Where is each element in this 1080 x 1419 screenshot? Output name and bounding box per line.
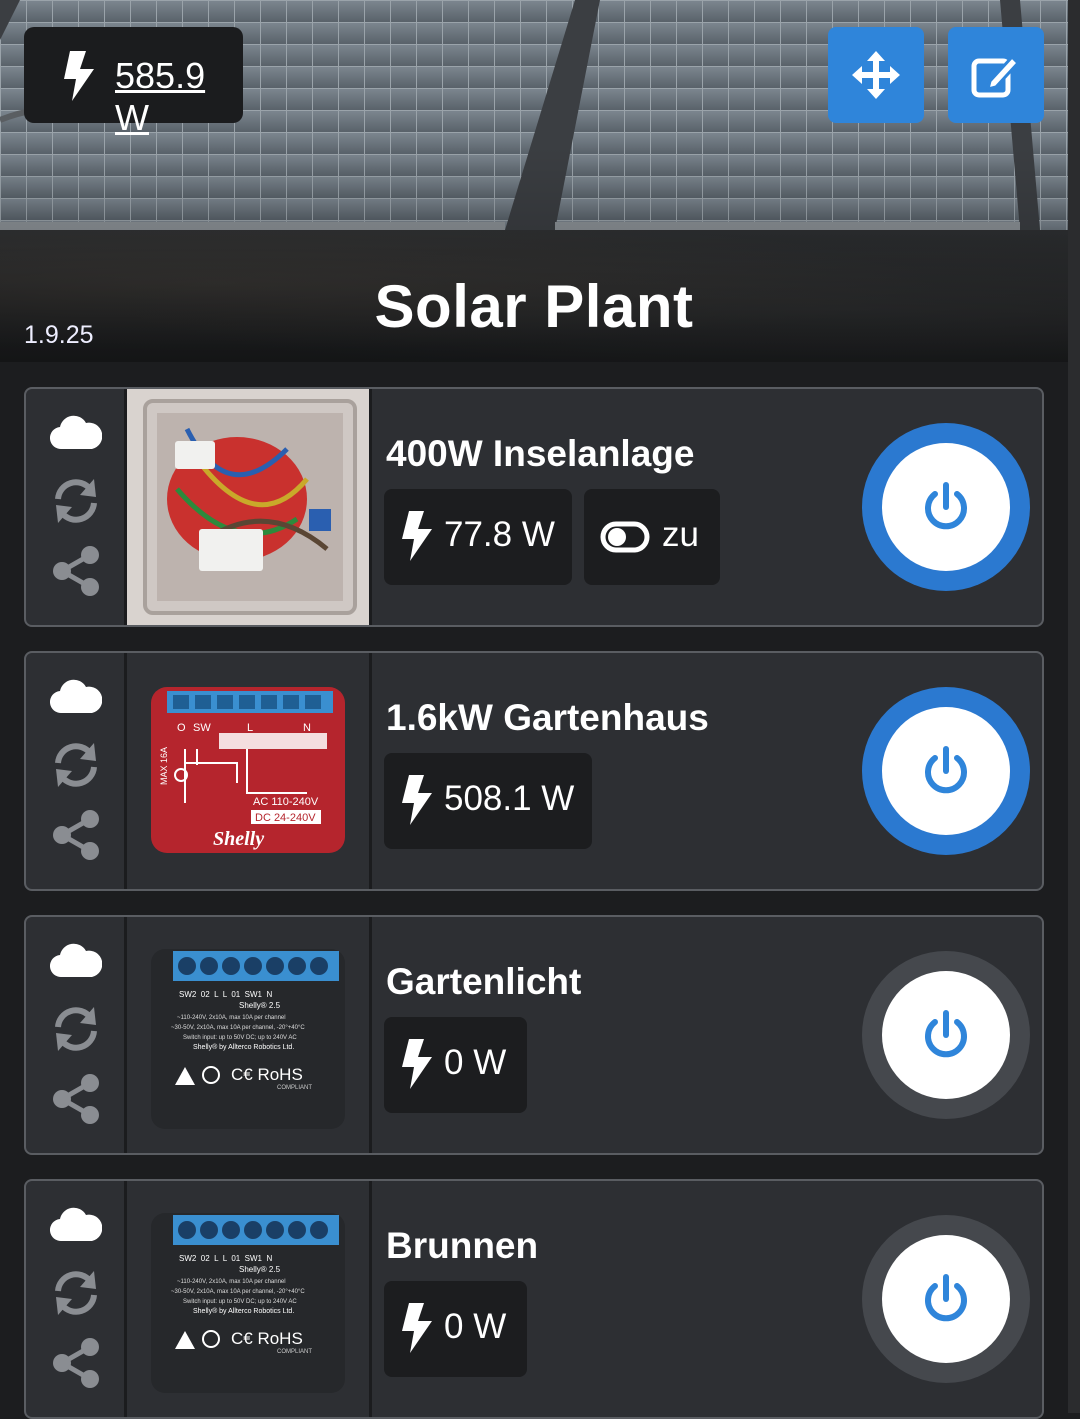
- thumb-label-n: N: [303, 722, 311, 734]
- thumb-label-ac: AC 110-240V: [253, 796, 319, 808]
- thumb-spec1: ~110-240V, 2x10A, max 10A per channel: [177, 1279, 286, 1285]
- thumb-compliant: COMPLIANT: [277, 1085, 312, 1091]
- thumb-label-sw: SW: [193, 722, 211, 734]
- junction-box-photo: [127, 389, 369, 625]
- move-button[interactable]: [828, 27, 924, 123]
- page-title: Solar Plant: [374, 273, 694, 340]
- power-icon: [925, 746, 967, 794]
- power-value: 0 W: [444, 1043, 507, 1082]
- thumb-label-dc: DC 24-240V: [255, 812, 316, 824]
- power-icon: [925, 1274, 967, 1322]
- device-card[interactable]: SW2 02 L L 01 SW1 N Shelly® 2.5 ~110-240…: [24, 915, 1044, 1155]
- power-value: 508.1 W: [444, 779, 575, 818]
- thumb-compliant: COMPLIANT: [277, 1349, 312, 1355]
- power-chip: 0 W: [384, 1281, 527, 1377]
- header-banner: 585.9 W Solar Plant 1.9.25: [0, 0, 1068, 362]
- total-power-value[interactable]: 585.9 W: [115, 55, 243, 139]
- power-value: 0 W: [444, 1307, 507, 1346]
- shelly-25-photo: SW2 02 L L 01 SW1 N Shelly® 2.5 ~110-240…: [151, 949, 345, 1129]
- thumb-terminals: SW2 02 L L 01 SW1 N: [179, 1254, 272, 1263]
- thumb-maker: Shelly® by Allterco Robotics Ltd.: [193, 1307, 294, 1315]
- cloud-icon[interactable]: [50, 941, 102, 979]
- device-image: SW2 02 L L 01 SW1 N Shelly® 2.5 ~110-240…: [127, 1181, 372, 1417]
- sync-icon[interactable]: [50, 739, 102, 791]
- device-card[interactable]: 400W Inselanlage 77.8 W zu: [24, 387, 1044, 627]
- thumb-label-max: MAX 16A: [159, 747, 169, 785]
- thumb-model: Shelly® 2.5: [239, 1265, 281, 1274]
- cloud-icon[interactable]: [50, 677, 102, 715]
- thumb-terminals: SW2 02 L L 01 SW1 N: [179, 990, 272, 999]
- thumb-spec3: Switch input: up to 50V DC; up to 240V A…: [183, 1035, 297, 1041]
- state-chip: zu: [584, 489, 720, 585]
- state-value: zu: [662, 515, 699, 554]
- thumb-model: Shelly® 2.5: [239, 1001, 281, 1010]
- card-action-rail: [26, 653, 127, 889]
- device-name: Brunnen: [386, 1225, 539, 1266]
- cloud-icon[interactable]: [50, 413, 102, 451]
- share-icon[interactable]: [50, 1337, 102, 1389]
- thumb-maker: Shelly® by Allterco Robotics Ltd.: [193, 1043, 294, 1051]
- thumb-spec2: ~30-50V, 2x10A, max 10A per channel, -20…: [171, 1289, 305, 1295]
- device-name: Gartenlicht: [386, 961, 582, 1002]
- card-action-rail: [26, 1181, 127, 1417]
- power-icon: [925, 1010, 967, 1058]
- edit-icon: [971, 54, 1021, 98]
- power-icon: [925, 482, 967, 530]
- thumb-cert: C€ RoHS: [231, 1329, 303, 1348]
- lightning-icon: [402, 1039, 432, 1089]
- device-card[interactable]: SW2 02 L L 01 SW1 N Shelly® 2.5 ~110-240…: [24, 1179, 1044, 1419]
- app-version: 1.9.25: [24, 321, 94, 349]
- lightning-icon: [402, 1303, 432, 1353]
- thumb-label-o: O: [177, 722, 186, 734]
- move-arrows-icon: [852, 51, 900, 99]
- thumb-label-brand: Shelly: [213, 828, 264, 850]
- device-image: O SW L N MAX 16A AC 110-240V DC 24-240V …: [127, 653, 372, 889]
- card-action-rail: [26, 917, 127, 1153]
- toggle-state-icon: [600, 521, 650, 553]
- thumb-spec3: Switch input: up to 50V DC; up to 240V A…: [183, 1299, 297, 1305]
- power-toggle-button[interactable]: [862, 951, 1030, 1119]
- power-toggle-button[interactable]: [862, 1215, 1030, 1383]
- sync-icon[interactable]: [50, 475, 102, 527]
- thumb-cert: C€ RoHS: [231, 1065, 303, 1084]
- scrollbar[interactable]: [1068, 0, 1080, 1413]
- card-action-rail: [26, 389, 127, 625]
- shelly-25-photo: SW2 02 L L 01 SW1 N Shelly® 2.5 ~110-240…: [151, 1213, 345, 1393]
- power-chip: 77.8 W: [384, 489, 572, 585]
- shelly-relay-photo: O SW L N MAX 16A AC 110-240V DC 24-240V …: [151, 687, 345, 853]
- share-icon[interactable]: [50, 545, 102, 597]
- power-toggle-button[interactable]: [862, 423, 1030, 591]
- sync-icon[interactable]: [50, 1003, 102, 1055]
- thumb-spec2: ~30-50V, 2x10A, max 10A per channel, -20…: [171, 1025, 305, 1031]
- power-chip: 508.1 W: [384, 753, 592, 849]
- cloud-icon[interactable]: [50, 1205, 102, 1243]
- device-image: [127, 389, 372, 625]
- total-power-badge[interactable]: 585.9 W: [24, 27, 243, 138]
- edit-button[interactable]: [948, 27, 1044, 123]
- share-icon[interactable]: [50, 1073, 102, 1125]
- device-name: 1.6kW Gartenhaus: [386, 697, 709, 738]
- lightning-icon: [402, 775, 432, 825]
- device-image: SW2 02 L L 01 SW1 N Shelly® 2.5 ~110-240…: [127, 917, 372, 1153]
- device-name: 400W Inselanlage: [386, 433, 695, 474]
- share-icon[interactable]: [50, 809, 102, 861]
- lightning-icon: [64, 51, 94, 101]
- sync-icon[interactable]: [50, 1267, 102, 1319]
- thumb-label-l: L: [247, 722, 253, 734]
- power-value: 77.8 W: [444, 515, 555, 554]
- lightning-icon: [402, 511, 432, 561]
- power-chip: 0 W: [384, 1017, 527, 1113]
- power-toggle-button[interactable]: [862, 687, 1030, 855]
- thumb-spec1: ~110-240V, 2x10A, max 10A per channel: [177, 1015, 286, 1021]
- device-card[interactable]: O SW L N MAX 16A AC 110-240V DC 24-240V …: [24, 651, 1044, 891]
